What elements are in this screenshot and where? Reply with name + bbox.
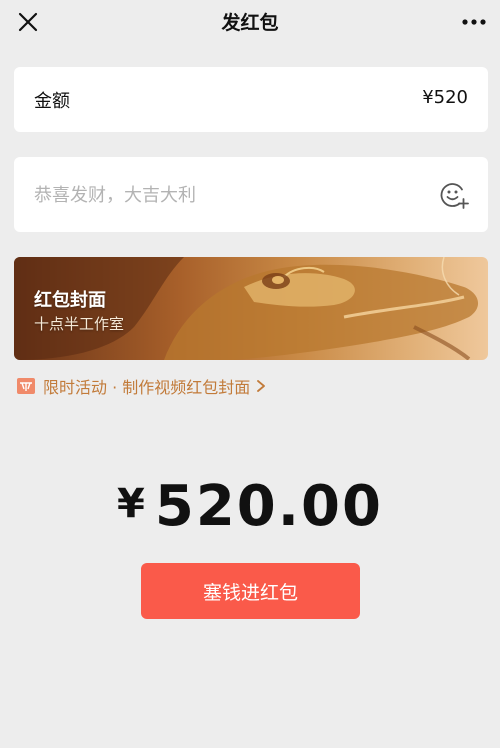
promo-text: 限时活动 · 制作视频红包封面	[43, 378, 251, 397]
send-red-packet-button[interactable]: 塞钱进红包	[141, 563, 360, 619]
emoji-button[interactable]	[438, 179, 470, 211]
emoji-add-icon	[440, 183, 469, 209]
more-button[interactable]	[458, 6, 490, 38]
amount-card[interactable]: 金额 ¥520	[14, 67, 488, 132]
promo-link[interactable]: 限时活动 · 制作视频红包封面	[16, 374, 266, 398]
chevron-right-icon	[257, 380, 266, 392]
total-currency-symbol: ¥	[117, 481, 145, 527]
cover-subtitle: 十点半工作室	[34, 315, 125, 333]
cover-title: 红包封面	[34, 290, 106, 311]
amount-label: 金额	[34, 91, 70, 112]
cover-banner[interactable]: 红包封面 十点半工作室	[14, 257, 488, 360]
page-title: 发红包	[221, 12, 279, 34]
greeting-card	[14, 157, 488, 232]
amount-value[interactable]: ¥520	[422, 87, 468, 108]
more-icon	[462, 19, 486, 25]
total-amount: 520.00	[154, 474, 383, 539]
greeting-input[interactable]	[34, 181, 414, 209]
total-amount-display: ¥520.00	[0, 474, 500, 539]
top-bar: 发红包	[0, 0, 500, 44]
gift-icon	[17, 378, 35, 394]
